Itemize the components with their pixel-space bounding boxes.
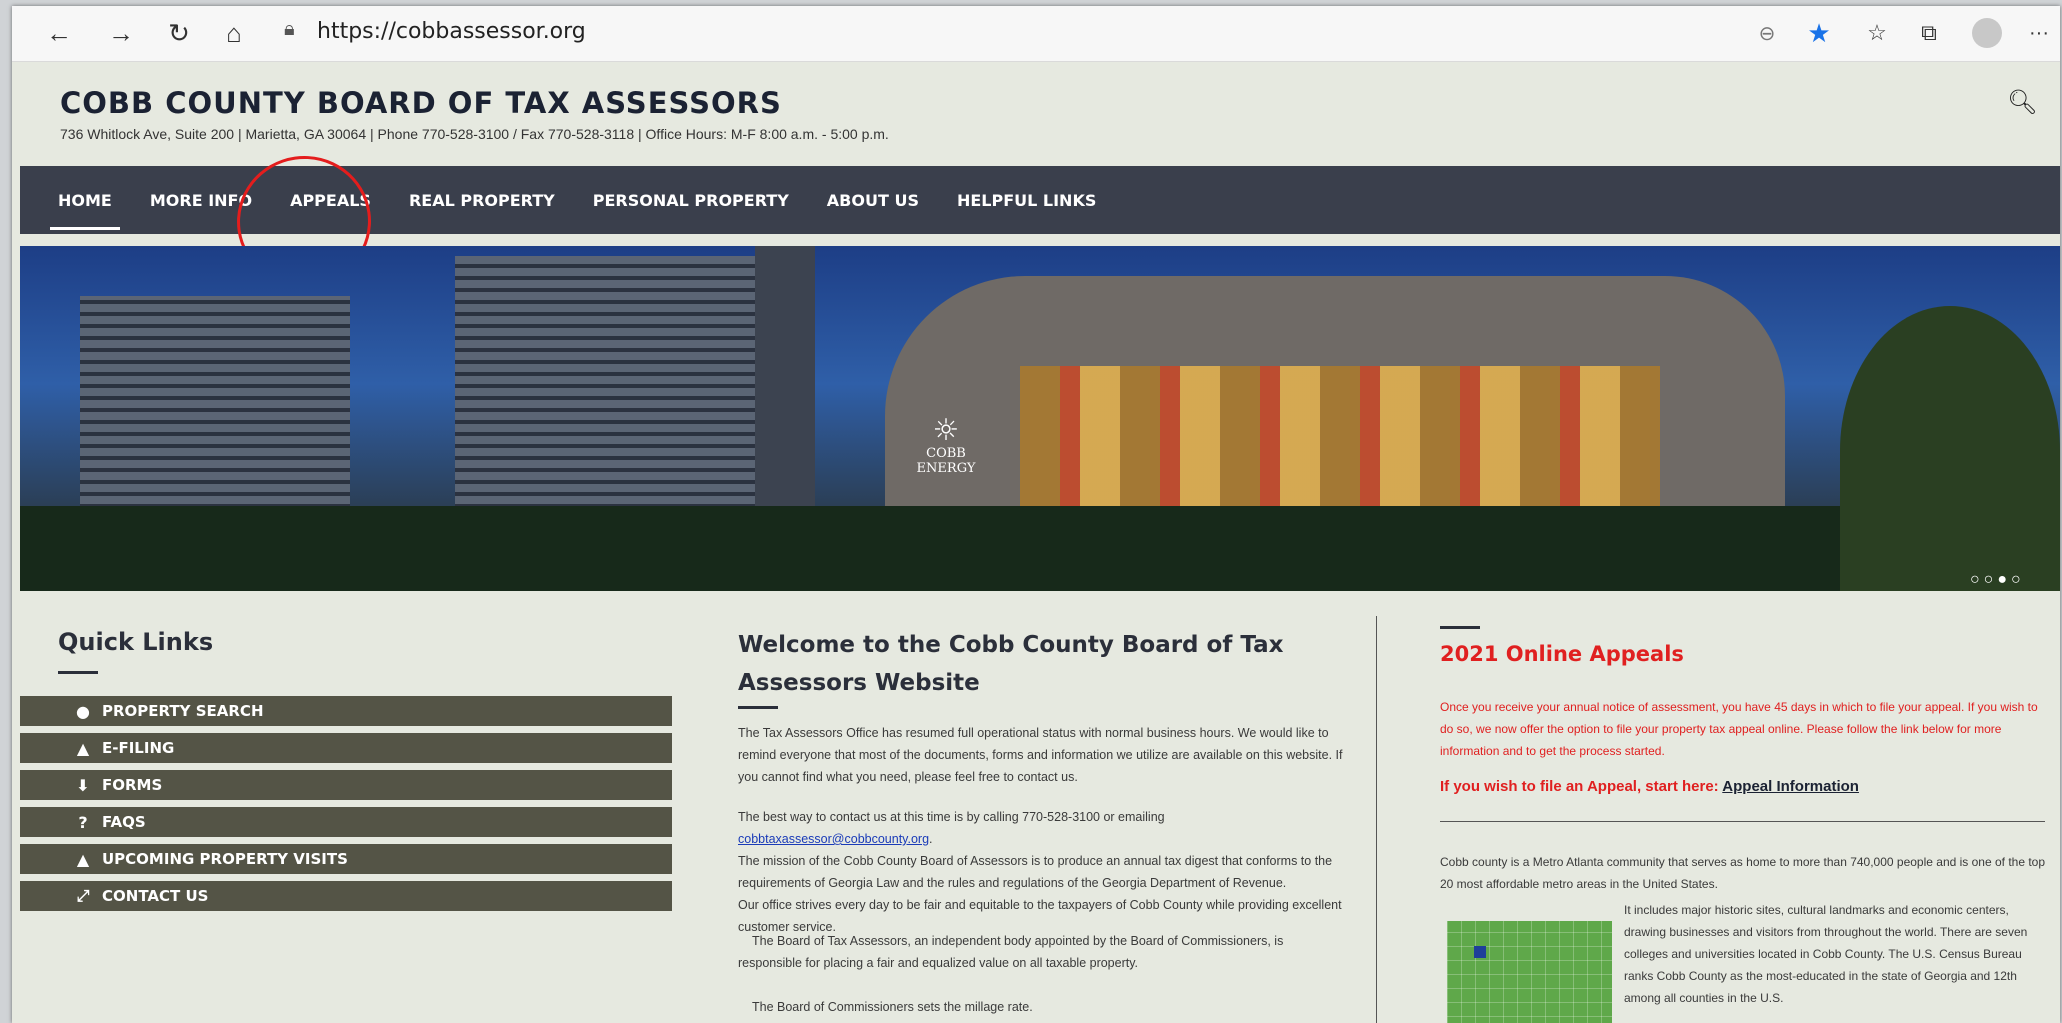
carousel-dots[interactable]: ○○●○ — [1970, 571, 2025, 589]
favorite-star-icon[interactable]: ★ — [1802, 16, 1836, 50]
user-circle-icon: ● — [76, 701, 90, 721]
more-menu-icon[interactable]: ··· — [2022, 16, 2056, 50]
appeals-rule — [1440, 626, 1480, 629]
quick-links-title: Quick Links — [58, 628, 214, 656]
georgia-map — [1447, 921, 1612, 1023]
welcome-paragraph-2: The best way to contact us at this time … — [738, 810, 1342, 934]
collections-icon[interactable]: ⧉ — [1912, 16, 1946, 50]
browser-toolbar: ← → ↻ ⌂ 🔒︎ https://cobbassessor.org ⊖ ★ … — [12, 6, 2060, 62]
welcome-paragraph-1: The Tax Assessors Office has resumed ful… — [738, 726, 1343, 784]
zoom-icon[interactable]: ⊖ — [1750, 16, 1784, 50]
tree-right — [1840, 306, 2060, 591]
nav-personal-property[interactable]: PERSONAL PROPERTY — [593, 166, 789, 234]
quick-links-rule — [58, 671, 98, 674]
tree-line — [20, 506, 2060, 591]
quick-link-forms[interactable]: ⬇ FORMS — [20, 770, 672, 800]
lock-icon: 🔒︎ — [284, 18, 295, 40]
quick-link-upcoming-property-visits[interactable]: ▲ UPCOMING PROPERTY VISITS — [20, 844, 672, 874]
quick-link-property-search[interactable]: ● PROPERTY SEARCH — [20, 696, 672, 726]
column-divider — [1376, 616, 1377, 1023]
profile-avatar[interactable] — [1970, 16, 2004, 50]
welcome-paragraph-5: The Board of Tax Assessors, an independe… — [738, 934, 1284, 970]
nav-helpful-links[interactable]: HELPFUL LINKS — [957, 166, 1096, 234]
back-icon[interactable]: ← — [42, 16, 76, 50]
building-left — [80, 296, 350, 516]
expand-icon: ⤢ — [76, 886, 90, 905]
quick-link-faqs[interactable]: ? FAQS — [20, 807, 672, 837]
nav-real-property[interactable]: REAL PROPERTY — [409, 166, 555, 234]
site-contact-info: 736 Whitlock Ave, Suite 200 | Marietta, … — [60, 126, 889, 142]
welcome-title: Welcome to the Cobb County Board of Tax … — [738, 632, 1284, 696]
chevron-up-icon: ▲ — [76, 738, 90, 758]
browser-window: ← → ↻ ⌂ 🔒︎ https://cobbassessor.org ⊖ ★ … — [12, 6, 2060, 1023]
appeals-body: Once you receive your annual notice of a… — [1440, 700, 2038, 758]
search-icon[interactable]: 🔍︎ — [2007, 88, 2037, 117]
building-tower — [755, 246, 815, 516]
home-icon[interactable]: ⌂ — [217, 16, 251, 50]
email-link[interactable]: cobbtaxassessor@cobbcounty.org — [738, 832, 929, 846]
appeal-information-link[interactable]: Appeal Information — [1722, 778, 1859, 795]
arena-logo: ☼ COBB ENERGY — [916, 413, 976, 477]
welcome-rule — [738, 706, 778, 709]
hero-image: ☼ COBB ENERGY ○○●○ — [20, 246, 2060, 591]
building-center — [455, 256, 755, 516]
about-paragraph-2: It includes major historic sites, cultur… — [1624, 903, 2028, 1005]
cobb-county-marker — [1474, 946, 1486, 958]
favorites-list-icon[interactable]: ☆ — [1860, 16, 1894, 50]
download-icon: ⬇ — [76, 775, 90, 795]
about-paragraph-1: Cobb county is a Metro Atlanta community… — [1440, 855, 2046, 891]
nav-home[interactable]: HOME — [50, 166, 120, 234]
refresh-icon[interactable]: ↻ — [162, 16, 196, 50]
appeals-divider — [1440, 821, 2045, 822]
quick-link-e-filing[interactable]: ▲ E-FILING — [20, 733, 672, 763]
question-icon: ? — [78, 812, 88, 832]
welcome-paragraph-6: The Board of Commissioners sets the mill… — [752, 1000, 1033, 1014]
address-bar[interactable]: https://cobbassessor.org — [317, 19, 586, 44]
appeals-title: 2021 Online Appeals — [1440, 642, 1684, 666]
site-title: COBB COUNTY BOARD OF TAX ASSESSORS — [60, 86, 782, 120]
chevron-up-icon: ▲ — [76, 849, 90, 869]
forward-icon[interactable]: → — [104, 16, 138, 50]
quick-link-contact-us[interactable]: ⤢ CONTACT US — [20, 881, 672, 911]
nav-about-us[interactable]: ABOUT US — [827, 166, 919, 234]
appeals-cta: If you wish to file an Appeal, start her… — [1440, 778, 1859, 795]
